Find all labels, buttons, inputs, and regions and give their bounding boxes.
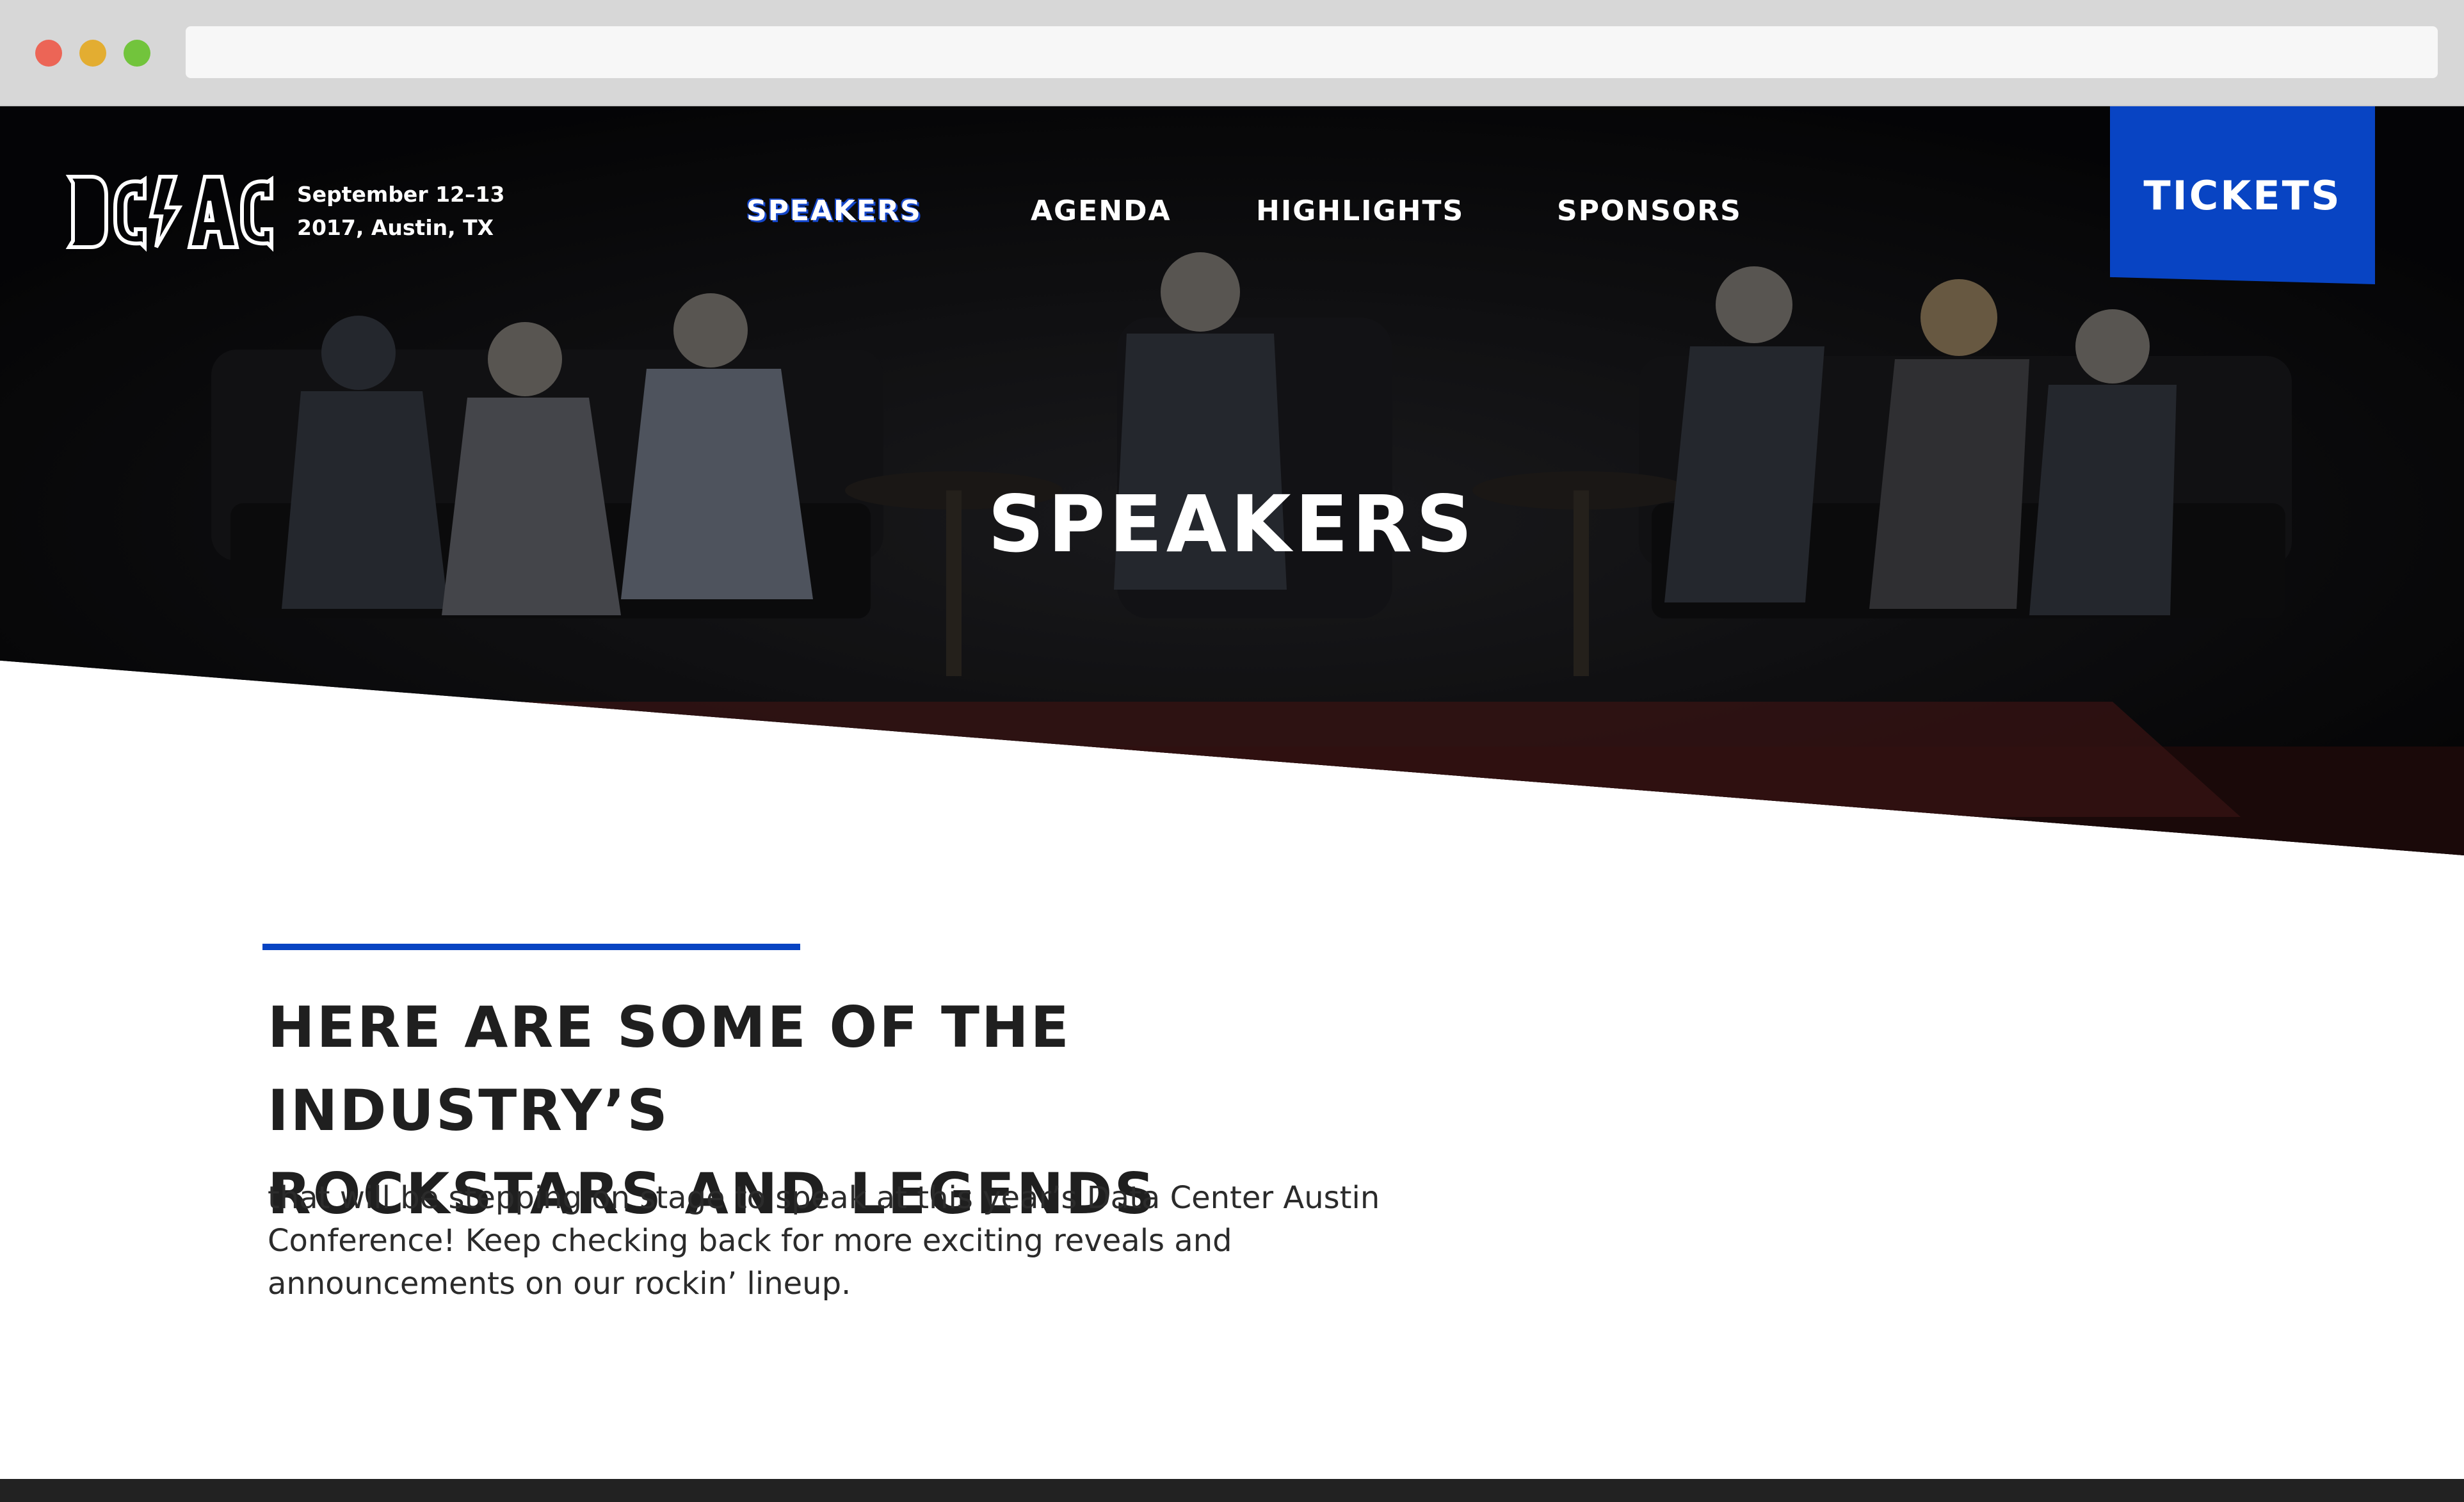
dcac-logo[interactable] xyxy=(64,170,275,254)
maximize-window-button[interactable] xyxy=(124,40,150,67)
address-bar[interactable] xyxy=(186,26,2438,78)
event-date-line-2: 2017, Austin, TX xyxy=(297,215,494,240)
tickets-button[interactable]: Tickets xyxy=(2110,106,2375,284)
dcac-logo-icon xyxy=(65,175,273,252)
event-date-location: September 12–13 2017, Austin, TX xyxy=(297,178,504,245)
section-divider xyxy=(262,944,800,950)
footer-bar xyxy=(0,1479,2464,1502)
nav-agenda[interactable]: Agenda xyxy=(1031,195,1172,227)
intro-body: that will be stepping on stage to speak … xyxy=(268,1180,1380,1302)
minimize-window-button[interactable] xyxy=(79,40,106,67)
nav-highlights[interactable]: Highlights xyxy=(1256,195,1464,227)
event-date-line-1: September 12–13 xyxy=(297,182,505,207)
nav-speakers[interactable]: Speakers xyxy=(746,195,922,227)
intro-headline-line-1: Here are some of the industry’s xyxy=(268,994,1071,1143)
close-window-button[interactable] xyxy=(35,40,62,67)
hero-title: Speakers xyxy=(988,478,1476,570)
browser-chrome xyxy=(0,0,2464,106)
nav-sponsors[interactable]: Sponsors xyxy=(1557,195,1742,227)
hero-banner: September 12–13 2017, Austin, TX Speaker… xyxy=(0,106,2464,855)
